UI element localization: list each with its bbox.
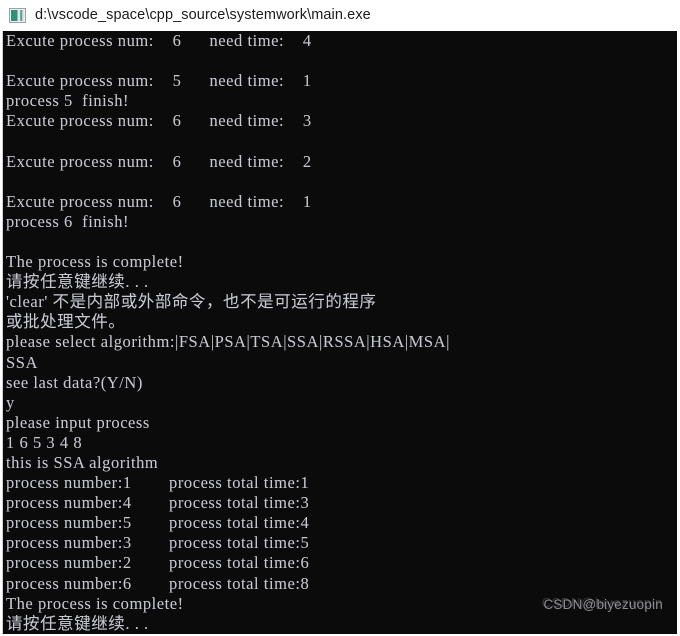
console-screen[interactable]: Excute process num: 6 need time: 4 Excut… xyxy=(2,31,677,634)
console-window-icon xyxy=(9,8,26,23)
window-title: d:\vscode_space\cpp_source\systemwork\ma… xyxy=(35,7,371,24)
console-body-wrap: Excute process num: 6 need time: 4 Excut… xyxy=(0,31,680,636)
console-window: d:\vscode_space\cpp_source\systemwork\ma… xyxy=(0,0,680,636)
window-titlebar[interactable]: d:\vscode_space\cpp_source\systemwork\ma… xyxy=(0,0,680,31)
console-output: Excute process num: 6 need time: 4 Excut… xyxy=(6,31,450,633)
